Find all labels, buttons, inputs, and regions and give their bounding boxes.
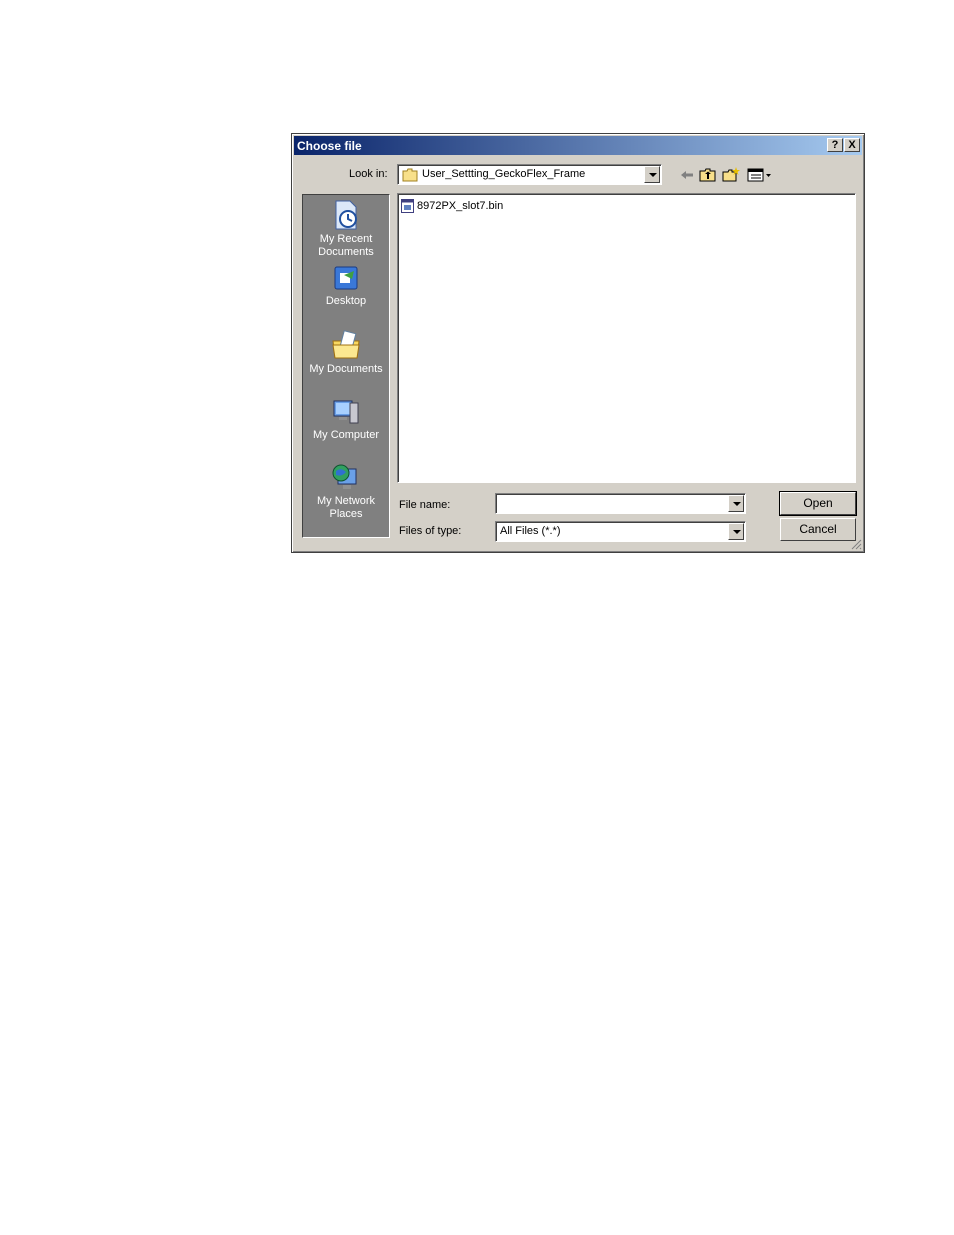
back-arrow-icon[interactable] [678,167,696,183]
file-type-value: All Files (*.*) [500,525,561,537]
file-name-field[interactable] [495,493,746,514]
place-my-recent-documents[interactable]: My Recent Documents [303,199,389,259]
new-folder-icon[interactable] [722,167,740,183]
up-one-level-icon[interactable] [699,167,717,183]
place-label: My Recent Documents [318,233,374,258]
place-my-documents[interactable]: My Documents [303,329,389,376]
choose-file-dialog: Choose file ? X Look in: User_Settting_G… [291,133,865,553]
look-in-value: User_Settting_GeckoFlex_Frame [422,168,586,180]
place-my-computer[interactable]: My Computer [303,397,389,442]
help-button[interactable]: ? [827,138,843,152]
file-name: 8972PX_slot7.bin [417,200,504,212]
cancel-button[interactable]: Cancel [780,518,856,541]
view-menu-icon[interactable] [747,167,773,183]
dialog-title: Choose file [297,139,362,153]
network-places-icon [332,464,357,489]
chevron-down-icon[interactable] [728,495,744,512]
look-in-dropdown[interactable]: User_Settting_GeckoFlex_Frame [397,164,662,185]
chevron-down-icon[interactable] [728,523,744,540]
file-name-label: File name: [399,499,451,511]
binary-file-icon [401,199,414,213]
my-computer-icon [333,400,359,424]
look-in-label: Look in: [349,168,388,180]
file-type-label: Files of type: [399,525,462,537]
place-my-network-places[interactable]: My Network Places [303,463,389,521]
place-label: My Network Places [316,495,376,520]
file-type-dropdown[interactable]: All Files (*.*) [495,521,746,542]
close-button[interactable]: X [844,138,860,152]
folder-icon [402,168,418,182]
place-label: My Computer [312,429,380,441]
chevron-down-icon[interactable] [644,166,660,183]
place-label: Desktop [325,295,367,307]
title-bar[interactable]: Choose file ? X [294,136,862,155]
desktop-icon [334,266,358,290]
my-documents-icon [332,330,360,359]
file-list[interactable]: 8972PX_slot7.bin [397,193,856,483]
resize-grip-icon[interactable] [850,538,862,550]
open-button[interactable]: Open [779,491,857,516]
place-label: My Documents [309,363,383,375]
list-item[interactable]: 8972PX_slot7.bin [401,199,503,213]
place-desktop[interactable]: Desktop [303,265,389,308]
recent-documents-icon [335,200,357,230]
places-bar: My Recent Documents Desktop My Documents [302,194,390,538]
